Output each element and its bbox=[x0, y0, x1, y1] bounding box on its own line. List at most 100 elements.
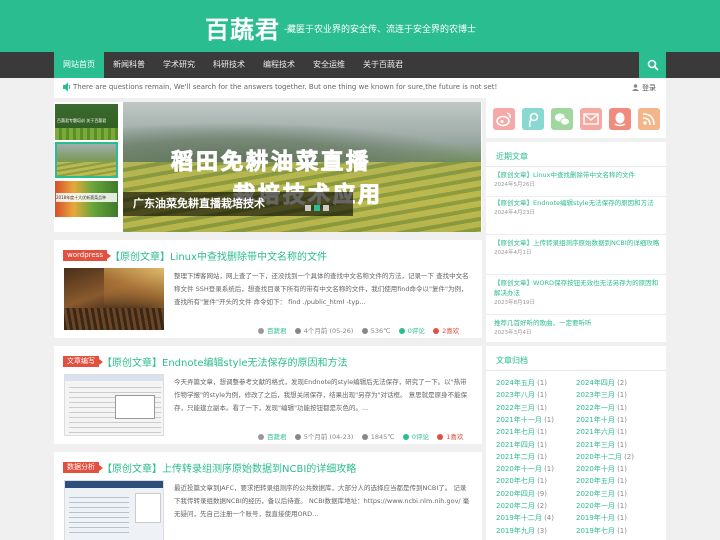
archive-month: 2020年一月 bbox=[576, 502, 615, 510]
nav-item-programming[interactable]: 编程技术 bbox=[254, 52, 304, 78]
slider-thumb-label: 2018年度十大优新蔬菜品种 bbox=[56, 193, 117, 202]
archive-count: (1) bbox=[617, 489, 627, 498]
post-category[interactable]: wordpress bbox=[63, 250, 111, 261]
archive-link[interactable]: 2021年六月 (1) bbox=[576, 427, 627, 437]
email-icon bbox=[583, 113, 599, 125]
archive-month: 2019年十月 bbox=[576, 514, 615, 523]
nav-item-security[interactable]: 安全运维 bbox=[304, 52, 354, 78]
post-views: 1845℃ bbox=[370, 433, 395, 441]
archive-link[interactable]: 2020年四月 (9) bbox=[496, 489, 547, 499]
archive-link[interactable]: 2019年十二月 (4) bbox=[496, 513, 554, 523]
archive-count: (1) bbox=[617, 502, 627, 510]
archive-link[interactable]: 2020年二月 (2) bbox=[496, 501, 547, 511]
slider-thumb-3[interactable]: 2018年度十大优新蔬菜品种 bbox=[55, 181, 118, 217]
archive-link[interactable]: 2021年七月 (1) bbox=[496, 427, 547, 437]
post-thumbnail[interactable] bbox=[64, 480, 164, 540]
post-card: wordpress 【原创文章】Linux中查找删除带中文名称的文件 整理下博客… bbox=[54, 240, 482, 338]
archive-count: (1) bbox=[617, 526, 627, 535]
archive-month: 2019年九月 bbox=[496, 526, 535, 535]
weibo-icon bbox=[496, 112, 511, 127]
archive-count: (1) bbox=[617, 465, 627, 474]
archive-link[interactable]: 2020年十一月 (1) bbox=[496, 464, 554, 474]
archive-link[interactable]: 2019年十月 (1) bbox=[576, 513, 627, 523]
post-category[interactable]: 数据分析 bbox=[63, 462, 103, 473]
site-logo[interactable]: 百蔬君 bbox=[205, 10, 280, 45]
archive-month: 2021年四月 bbox=[496, 440, 535, 449]
post-title[interactable]: 【原创文章】上传转录组测序原始数据到NCBI的详细攻略 bbox=[102, 460, 356, 475]
post-comments[interactable]: 0评论 bbox=[412, 433, 429, 441]
post-views: 536℃ bbox=[370, 327, 391, 335]
archive-link[interactable]: 2021年十一月 (1) bbox=[496, 415, 554, 425]
archive-link[interactable]: 2021年二月 (1) bbox=[496, 452, 547, 462]
post-thumbnail[interactable] bbox=[64, 374, 164, 436]
nav-item-news[interactable]: 新闻科普 bbox=[104, 52, 154, 78]
nav-item-about[interactable]: 关于百蔬君 bbox=[354, 52, 412, 78]
notice-bar: There are questions remain, We'll search… bbox=[54, 78, 666, 98]
archive-count: (9) bbox=[537, 489, 547, 498]
archive-link[interactable]: 2020年十二月 (2) bbox=[576, 452, 634, 462]
archive-link[interactable]: 2023年八月 (1) bbox=[496, 390, 547, 400]
post-title[interactable]: 【原创文章】Endnote编辑style无法保存的原因和方法 bbox=[102, 354, 348, 369]
nav-item-research[interactable]: 学术研究 bbox=[154, 52, 204, 78]
slider-caption[interactable]: 广东油菜免耕直播栽培技术 bbox=[123, 192, 353, 216]
post-category[interactable]: 文章编写 bbox=[63, 356, 103, 367]
recent-post-date: 2023年8月19日 bbox=[494, 300, 535, 306]
login-link[interactable]: 登录 bbox=[632, 83, 656, 93]
archive-month: 2022年一月 bbox=[576, 403, 615, 412]
social-links bbox=[486, 98, 666, 138]
recent-post-link[interactable]: 【原创文章】Linux中查找删除带中文名称的文件 bbox=[494, 170, 662, 180]
recent-post-item: 【原创文章】WORD保存按钮无效也无法另存为的原因和解决办法 2023年8月19… bbox=[486, 278, 666, 315]
post-author[interactable]: 百蔬君 bbox=[267, 327, 287, 335]
weibo-link[interactable] bbox=[493, 108, 515, 130]
post-thumbnail[interactable] bbox=[64, 268, 164, 330]
archive-link[interactable]: 2021年十月 (1) bbox=[576, 415, 627, 425]
post-title[interactable]: 【原创文章】Linux中查找删除带中文名称的文件 bbox=[110, 248, 327, 263]
slider-main-image[interactable]: 稻田免耕油菜直播 栽培技术应用 广东油菜免耕直播栽培技术 bbox=[123, 102, 481, 232]
archive-link[interactable]: 2020年五月 (1) bbox=[576, 476, 627, 486]
recent-post-date: 2023年3月4日 bbox=[494, 330, 532, 336]
rss-link[interactable] bbox=[638, 108, 660, 130]
wechat-link[interactable] bbox=[551, 108, 573, 130]
archive-link[interactable]: 2020年一月 (1) bbox=[576, 501, 627, 511]
archive-link[interactable]: 2022年一月 (1) bbox=[576, 403, 627, 413]
archive-widget: 文章归档 2024年五月 (1) 2024年四月 (2) 2023年八月 (1) 20… bbox=[486, 346, 666, 540]
email-link[interactable] bbox=[580, 108, 602, 130]
archive-link[interactable]: 2023年三月 (1) bbox=[576, 390, 627, 400]
archive-link[interactable]: 2019年七月 (1) bbox=[576, 526, 627, 536]
post-excerpt: 最近投篇文章到JAFC，要求把转录组测序的公共数据库，大部分人的选择应当都是传到… bbox=[174, 484, 470, 518]
nav-item-home[interactable]: 网站首页 bbox=[54, 52, 104, 78]
recent-post-link[interactable]: 【原创文章】WORD保存按钮无效也无法另存为的原因和解决办法 bbox=[494, 278, 662, 298]
archive-link[interactable]: 2020年三月 (1) bbox=[576, 489, 627, 499]
slider-dot[interactable] bbox=[305, 205, 311, 211]
notice-text: There are questions remain, We'll search… bbox=[73, 83, 498, 91]
nav-item-tech[interactable]: 科研技术 bbox=[204, 52, 254, 78]
post-likes[interactable]: 2喜欢 bbox=[442, 327, 459, 335]
archive-link[interactable]: 2022年三月 (1) bbox=[496, 403, 547, 413]
slider-dot-active[interactable] bbox=[314, 205, 320, 211]
slider-thumb-2[interactable] bbox=[55, 142, 118, 178]
recent-post-link[interactable]: 【原创文章】上传转录组测序原始数据到NCBI的详细攻略 bbox=[494, 238, 662, 248]
archive-link[interactable]: 2021年四月 (1) bbox=[496, 440, 547, 450]
archive-link[interactable]: 2020年十月 (1) bbox=[576, 464, 627, 474]
archive-link[interactable]: 2020年七月 (1) bbox=[496, 476, 547, 486]
archive-count: (1) bbox=[617, 514, 627, 523]
archive-month: 2020年七月 bbox=[496, 477, 535, 486]
slider-thumb-1[interactable]: 百蔬君专题培训 关于百蔬君 bbox=[55, 104, 118, 140]
recent-post-link[interactable]: 推荐几首好听的歌曲，一定要听听 bbox=[494, 318, 662, 328]
archive-month: 2021年十月 bbox=[576, 415, 615, 424]
archive-link[interactable]: 2019年九月 (3) bbox=[496, 526, 547, 536]
post-author[interactable]: 百蔬君 bbox=[267, 433, 287, 441]
archive-link[interactable]: 2024年五月 (1) bbox=[496, 378, 547, 388]
slider-dot[interactable] bbox=[323, 205, 329, 211]
slider-thumb-label: 百蔬君专题培训 关于百蔬君 bbox=[57, 118, 107, 123]
archive-link[interactable]: 2021年三月 (1) bbox=[576, 440, 627, 450]
search-button[interactable] bbox=[639, 52, 666, 78]
archive-link[interactable]: 2024年四月 (2) bbox=[576, 378, 627, 388]
post-likes[interactable]: 1喜欢 bbox=[446, 433, 463, 441]
site-header: 百蔬君 -藏匿于农业界的安全传、流连于安全界的农博士 bbox=[0, 0, 720, 52]
post-comments[interactable]: 0评论 bbox=[408, 327, 425, 335]
qq-link[interactable] bbox=[609, 108, 631, 130]
recent-post-link[interactable]: 【原创文章】Endnote编辑style无法保存的原因和方法 bbox=[494, 198, 662, 208]
archive-month: 2023年八月 bbox=[496, 391, 535, 400]
tencent-weibo-link[interactable] bbox=[522, 108, 544, 130]
